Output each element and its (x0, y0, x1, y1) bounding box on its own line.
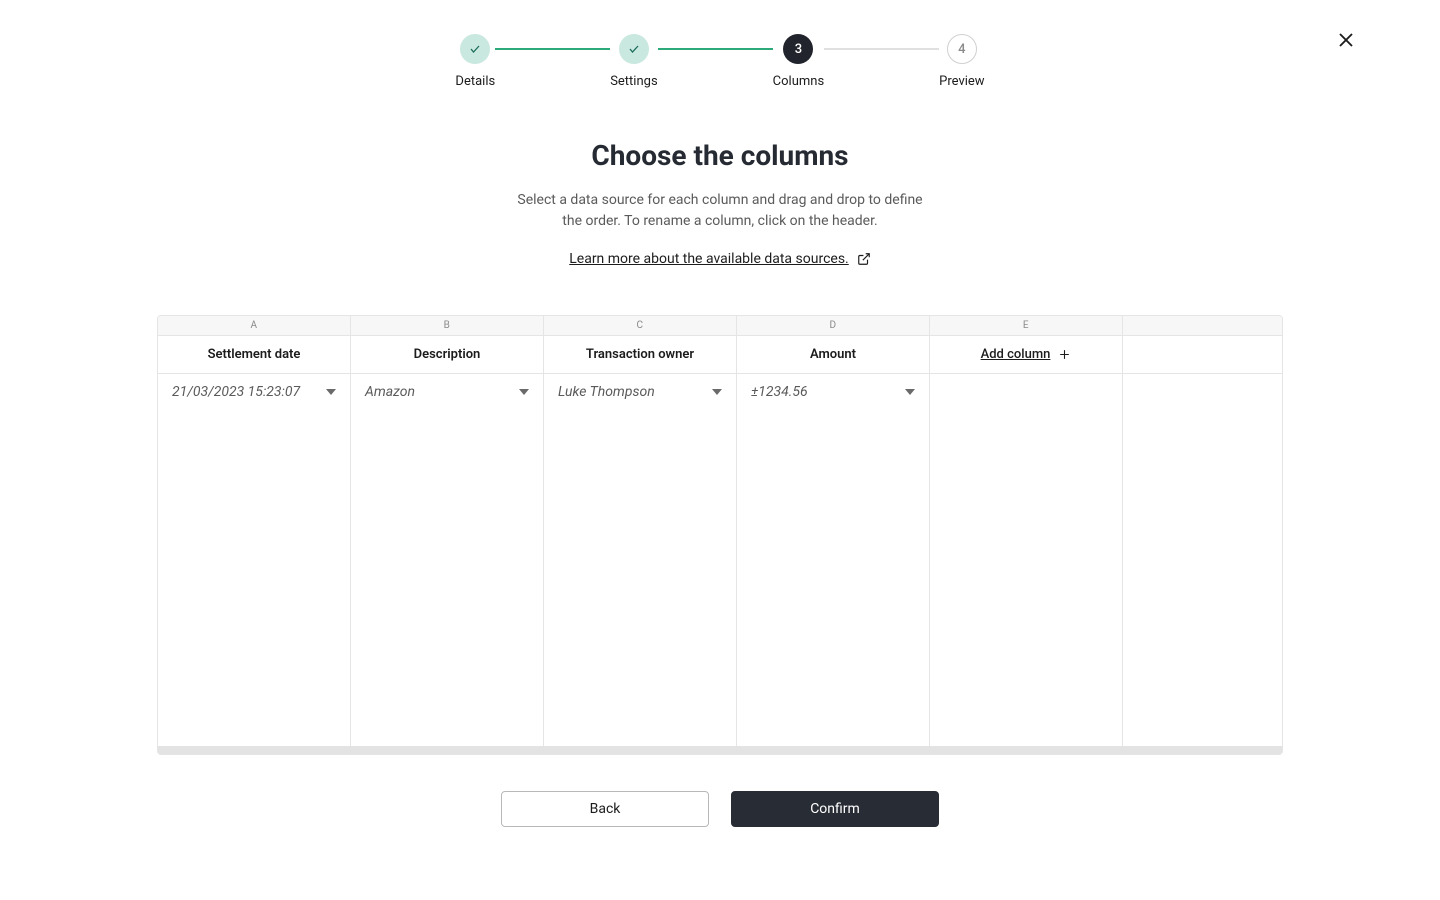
caret-down-icon (712, 387, 722, 397)
confirm-button[interactable]: Confirm (731, 791, 939, 827)
plus-icon (1058, 348, 1071, 361)
column-letter: B (351, 316, 544, 335)
step-columns[interactable]: 3 Columns (773, 34, 825, 89)
footer-actions: Back Confirm (0, 791, 1440, 827)
column-headers-row: Settlement date Description Transaction … (158, 336, 1282, 374)
step-connector (658, 48, 773, 50)
back-button[interactable]: Back (501, 791, 709, 827)
empty-col (544, 410, 737, 746)
caret-down-icon (326, 387, 336, 397)
add-column-label: Add column (981, 347, 1051, 362)
column-value-select-description[interactable]: Amazon (351, 374, 544, 410)
caret-down-icon (519, 387, 529, 397)
step-label: Settings (610, 74, 657, 89)
column-value-select-settlement-date[interactable]: 21/03/2023 15:23:07 (158, 374, 351, 410)
column-header-description[interactable]: Description (351, 336, 544, 373)
column-value-text: ±1234.56 (751, 384, 808, 400)
column-letter: D (737, 316, 930, 335)
column-letters-row: A B C D E (158, 316, 1282, 336)
step-preview[interactable]: 4 Preview (939, 34, 984, 89)
learn-more-link[interactable]: Learn more about the available data sour… (569, 251, 871, 267)
column-header-amount[interactable]: Amount (737, 336, 930, 373)
check-icon (469, 43, 481, 55)
close-icon (1337, 31, 1355, 49)
close-button[interactable] (1334, 28, 1358, 52)
step-connector (495, 48, 610, 50)
step-label: Columns (773, 74, 825, 89)
empty-col (737, 410, 930, 746)
step-circle-completed (460, 34, 490, 64)
page-subtitle: Select a data source for each column and… (510, 190, 930, 232)
empty-col (351, 410, 544, 746)
step-circle-completed (619, 34, 649, 64)
column-header-empty (1123, 336, 1282, 373)
columns-table: A B C D E Settlement date Description Tr… (157, 315, 1283, 755)
column-value-select-transaction-owner[interactable]: Luke Thompson (544, 374, 737, 410)
column-letter: A (158, 316, 351, 335)
step-label: Preview (939, 74, 984, 89)
column-value-rest (1123, 374, 1282, 410)
column-header-transaction-owner[interactable]: Transaction owner (544, 336, 737, 373)
empty-col (930, 410, 1123, 746)
column-value-text: Luke Thompson (558, 384, 655, 400)
empty-rest (1123, 410, 1282, 746)
column-value-text: Amazon (365, 384, 415, 400)
column-header-settlement-date[interactable]: Settlement date (158, 336, 351, 373)
step-settings[interactable]: Settings (610, 34, 657, 89)
column-value-empty (930, 374, 1123, 410)
caret-down-icon (905, 387, 915, 397)
column-letter: E (930, 316, 1123, 335)
horizontal-scrollbar[interactable] (158, 746, 1282, 754)
column-value-select-amount[interactable]: ±1234.56 (737, 374, 930, 410)
column-letter: C (544, 316, 737, 335)
add-column-button[interactable]: Add column (930, 336, 1123, 373)
stepper: Details Settings 3 Columns 4 Preview (0, 0, 1440, 89)
step-circle-current: 3 (783, 34, 813, 64)
check-icon (628, 43, 640, 55)
step-details[interactable]: Details (455, 34, 495, 89)
page-title: Choose the columns (345, 139, 1095, 172)
step-connector (824, 48, 939, 50)
table-empty-area (158, 410, 1282, 746)
empty-col (158, 410, 351, 746)
column-values-row: 21/03/2023 15:23:07 Amazon Luke Thompson… (158, 374, 1282, 410)
external-link-icon (857, 252, 871, 266)
column-value-text: 21/03/2023 15:23:07 (172, 384, 300, 400)
learn-more-text: Learn more about the available data sour… (569, 251, 849, 267)
step-label: Details (455, 74, 495, 89)
step-circle-upcoming: 4 (947, 34, 977, 64)
column-letter-empty (1123, 316, 1282, 335)
